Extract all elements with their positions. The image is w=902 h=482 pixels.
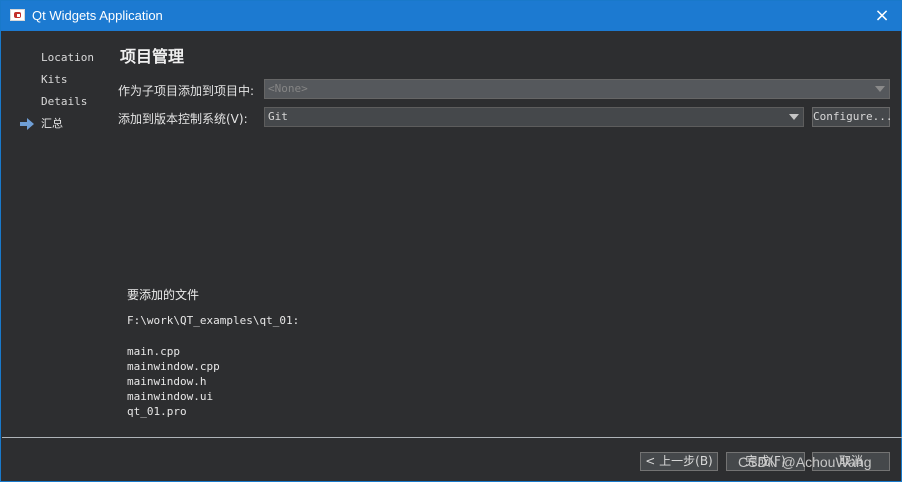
footer-divider bbox=[2, 437, 902, 438]
sidebar-item-label: Details bbox=[41, 95, 88, 108]
version-control-select-value: Git bbox=[268, 110, 288, 123]
version-control-label: 添加到版本控制系统(V): bbox=[118, 112, 248, 126]
subproject-select-value: <None> bbox=[268, 82, 308, 95]
list-item: mainwindow.h bbox=[127, 375, 207, 388]
sidebar-item-location[interactable]: Location bbox=[20, 49, 110, 71]
files-heading: 要添加的文件 bbox=[127, 288, 200, 302]
project-path: F:\work\QT_examples\qt_01: bbox=[127, 314, 300, 327]
sidebar-item-label: Location bbox=[41, 51, 94, 64]
watermark: CSDN @AchouWang bbox=[738, 454, 872, 470]
sidebar-item-label: Kits bbox=[41, 73, 68, 86]
wizard-sidebar: Location Kits Details 汇总 bbox=[20, 49, 110, 137]
chevron-down-icon bbox=[789, 114, 799, 120]
qt-wizard-window: Qt Widgets Application × Location Kits D… bbox=[0, 0, 902, 482]
close-icon[interactable]: × bbox=[871, 4, 893, 28]
subproject-label: 作为子项目添加到项目中: bbox=[118, 84, 255, 98]
back-button[interactable]: < 上一步(B) bbox=[640, 452, 718, 471]
file-list: main.cpp mainwindow.cpp mainwindow.h mai… bbox=[127, 344, 220, 419]
subproject-select[interactable]: <None> bbox=[264, 79, 890, 99]
version-control-select[interactable]: Git bbox=[264, 107, 804, 127]
chevron-down-icon bbox=[875, 86, 885, 92]
title-bar: Qt Widgets Application × bbox=[1, 1, 901, 31]
sidebar-item-kits[interactable]: Kits bbox=[20, 71, 110, 93]
configure-button[interactable]: Configure... bbox=[812, 107, 892, 127]
arrow-right-icon bbox=[20, 118, 34, 130]
list-item: main.cpp bbox=[127, 345, 180, 358]
sidebar-item-summary[interactable]: 汇总 bbox=[20, 115, 110, 137]
qt-app-icon bbox=[10, 9, 25, 21]
window-title: Qt Widgets Application bbox=[32, 8, 163, 23]
list-item: qt_01.pro bbox=[127, 405, 187, 418]
page-title: 项目管理 bbox=[120, 47, 185, 66]
sidebar-item-details[interactable]: Details bbox=[20, 93, 110, 115]
list-item: mainwindow.cpp bbox=[127, 360, 220, 373]
list-item: mainwindow.ui bbox=[127, 390, 214, 403]
sidebar-item-label: 汇总 bbox=[41, 117, 63, 130]
